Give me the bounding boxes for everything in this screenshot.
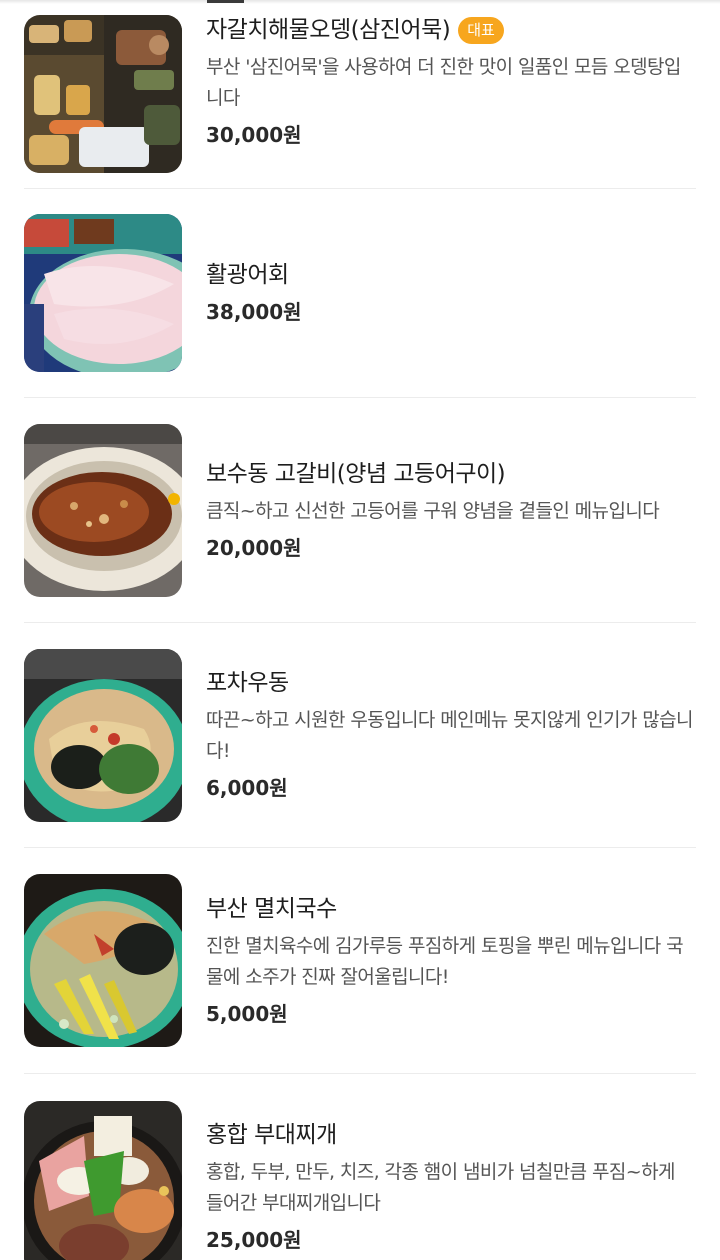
- menu-item-price: 25,000원: [206, 1228, 302, 1252]
- menu-item-description: 진한 멸치육수에 김가루등 푸짐하게 토핑을 뿌린 메뉴입니다 국물에 소주가 …: [206, 934, 684, 988]
- menu-item-price: 5,000원: [206, 1001, 288, 1026]
- menu-item-name-row: 활광어회: [206, 259, 696, 291]
- menu-item-name: 보수동 고갈비(양념 고등어구이): [206, 460, 506, 487]
- menu-item[interactable]: 자갈치해물오뎅(삼진어묵) 대표 부산 '삼진어묵'을 사용하여 더 진한 맛이…: [24, 0, 696, 189]
- signature-badge: 대표: [458, 16, 504, 44]
- menu-item-name: 활광어회: [206, 262, 289, 288]
- flounder-sashimi-image: [24, 214, 182, 372]
- anchovy-noodle-image: [24, 874, 182, 1047]
- menu-item-price: 38,000원: [206, 300, 302, 324]
- menu-item-name-row: 포차우동: [206, 667, 696, 699]
- menu-item-name-row: 보수동 고갈비(양념 고등어구이): [206, 458, 696, 490]
- udon-image: [24, 648, 182, 822]
- menu-item-description: 따끈~하고 시원한 우동입니다 메인메뉴 못지않게 인기가 많습니다!: [206, 709, 693, 762]
- menu-item[interactable]: 포차우동 따끈~하고 시원한 우동입니다 메인메뉴 못지않게 인기가 많습니다!…: [24, 623, 696, 848]
- menu-item-info: 홍합 부대찌개 홍합, 두부, 만두, 치즈, 각종 햄이 냄비가 넘칠만큼 푸…: [182, 1119, 696, 1255]
- menu-item-description: 홍합, 두부, 만두, 치즈, 각종 햄이 냄비가 넘칠만큼 푸짐~하게 들어간…: [206, 1161, 675, 1214]
- menu-item-name-row: 부산 멸치국수: [206, 893, 696, 925]
- menu-item-info: 자갈치해물오뎅(삼진어묵) 대표 부산 '삼진어묵'을 사용하여 더 진한 맛이…: [182, 14, 696, 150]
- menu-item-name-row: 자갈치해물오뎅(삼진어묵) 대표: [206, 14, 696, 46]
- menu-item-description: 부산 '삼진어묵'을 사용하여 더 진한 맛이 일품인 모듬 오뎅탕입니다: [206, 56, 681, 109]
- menu-item-photo[interactable]: [24, 15, 182, 173]
- menu-item-info: 활광어회 38,000원: [182, 259, 696, 327]
- menu-item-photo[interactable]: [24, 1100, 182, 1260]
- menu-item-price: 20,000원: [206, 535, 302, 560]
- menu-item-price: 30,000원: [206, 123, 302, 147]
- menu-item-name: 홍합 부대찌개: [206, 1122, 337, 1148]
- budae-jjigae-image: [24, 1100, 182, 1260]
- menu-item-name: 포차우동: [206, 670, 289, 696]
- menu-item-photo[interactable]: [24, 648, 182, 822]
- menu-item-name-row: 홍합 부대찌개: [206, 1119, 696, 1151]
- menu-item[interactable]: 활광어회 38,000원: [24, 189, 696, 398]
- menu-item-photo[interactable]: [24, 874, 182, 1047]
- menu-item-price: 6,000원: [206, 776, 288, 800]
- menu-item[interactable]: 홍합 부대찌개 홍합, 두부, 만두, 치즈, 각종 햄이 냄비가 넘칠만큼 푸…: [24, 1074, 696, 1260]
- menu-item[interactable]: 보수동 고갈비(양념 고등어구이) 큼직~하고 신선한 고등어를 구워 양념을 …: [24, 398, 696, 623]
- menu-item-name: 자갈치해물오뎅(삼진어묵): [206, 17, 451, 43]
- menu-item-info: 부산 멸치국수 진한 멸치육수에 김가루등 푸짐하게 토핑을 뿌린 메뉴입니다 …: [182, 893, 696, 1029]
- menu-item-photo[interactable]: [24, 214, 182, 372]
- menu-page: 자갈치해물오뎅(삼진어묵) 대표 부산 '삼진어묵'을 사용하여 더 진한 맛이…: [0, 0, 720, 1260]
- menu-item-description: 큼직~하고 신선한 고등어를 구워 양념을 곁들인 메뉴입니다: [206, 499, 660, 522]
- grilled-mackerel-image: [24, 423, 182, 597]
- menu-item-info: 포차우동 따끈~하고 시원한 우동입니다 메인메뉴 못지않게 인기가 많습니다!…: [182, 667, 696, 803]
- menu-list: 자갈치해물오뎅(삼진어묵) 대표 부산 '삼진어묵'을 사용하여 더 진한 맛이…: [0, 0, 720, 1260]
- menu-item[interactable]: 부산 멸치국수 진한 멸치육수에 김가루등 푸짐하게 토핑을 뿌린 메뉴입니다 …: [24, 848, 696, 1074]
- fishcake-hotpot-image: [24, 15, 182, 173]
- menu-item-photo[interactable]: [24, 423, 182, 597]
- menu-item-info: 보수동 고갈비(양념 고등어구이) 큼직~하고 신선한 고등어를 구워 양념을 …: [182, 458, 696, 563]
- menu-item-name: 부산 멸치국수: [206, 895, 337, 922]
